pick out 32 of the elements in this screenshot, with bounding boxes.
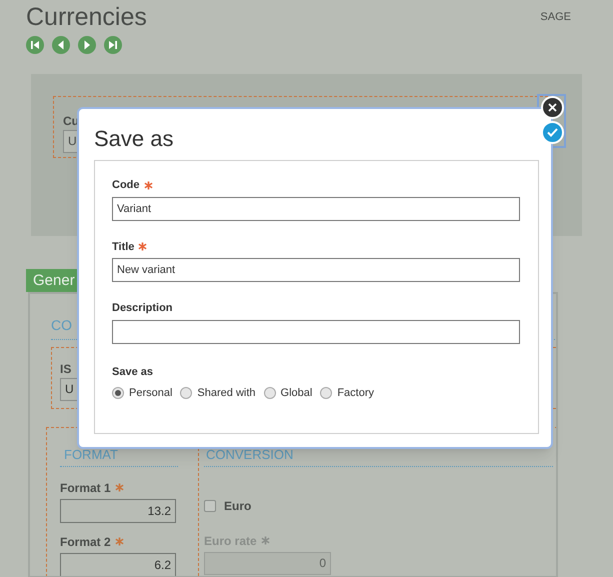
previous-icon[interactable] xyxy=(52,36,70,54)
radio-button[interactable] xyxy=(112,387,124,400)
field-label: Format 1 xyxy=(60,480,111,496)
radio-button[interactable] xyxy=(264,387,276,400)
close-icon xyxy=(548,103,557,112)
user-name: SAGE xyxy=(540,10,571,25)
first-icon[interactable] xyxy=(26,36,44,54)
radio-label: Global xyxy=(280,386,312,401)
last-icon[interactable] xyxy=(104,36,122,54)
checkbox[interactable] xyxy=(204,500,216,512)
input-field[interactable]: New variant xyxy=(112,258,520,282)
dialog-title: Save as xyxy=(94,126,174,152)
radio-label: Shared with xyxy=(197,386,256,401)
input-field[interactable]: Variant xyxy=(112,196,520,220)
checkbox-label: Euro xyxy=(224,498,252,514)
input-field[interactable]: 13.2 xyxy=(60,498,176,522)
group-label: Save as xyxy=(112,364,154,380)
input-field[interactable]: 6.2 xyxy=(60,552,176,576)
field-label: IS xyxy=(60,362,72,376)
input-field[interactable] xyxy=(112,320,520,344)
field-label: Format 2 xyxy=(60,534,111,550)
field-label: Title xyxy=(112,240,134,254)
page-title: Currencies xyxy=(26,2,147,32)
check-icon xyxy=(547,128,558,137)
section-heading: CO xyxy=(51,317,72,333)
next-icon[interactable] xyxy=(78,36,96,54)
radio-label: Personal xyxy=(129,386,172,401)
field-label: Code xyxy=(112,178,140,193)
radio-button[interactable] xyxy=(320,387,332,400)
radio-label: Factory xyxy=(337,386,374,401)
radio-button[interactable] xyxy=(180,387,192,400)
field-label: Description xyxy=(112,301,173,316)
